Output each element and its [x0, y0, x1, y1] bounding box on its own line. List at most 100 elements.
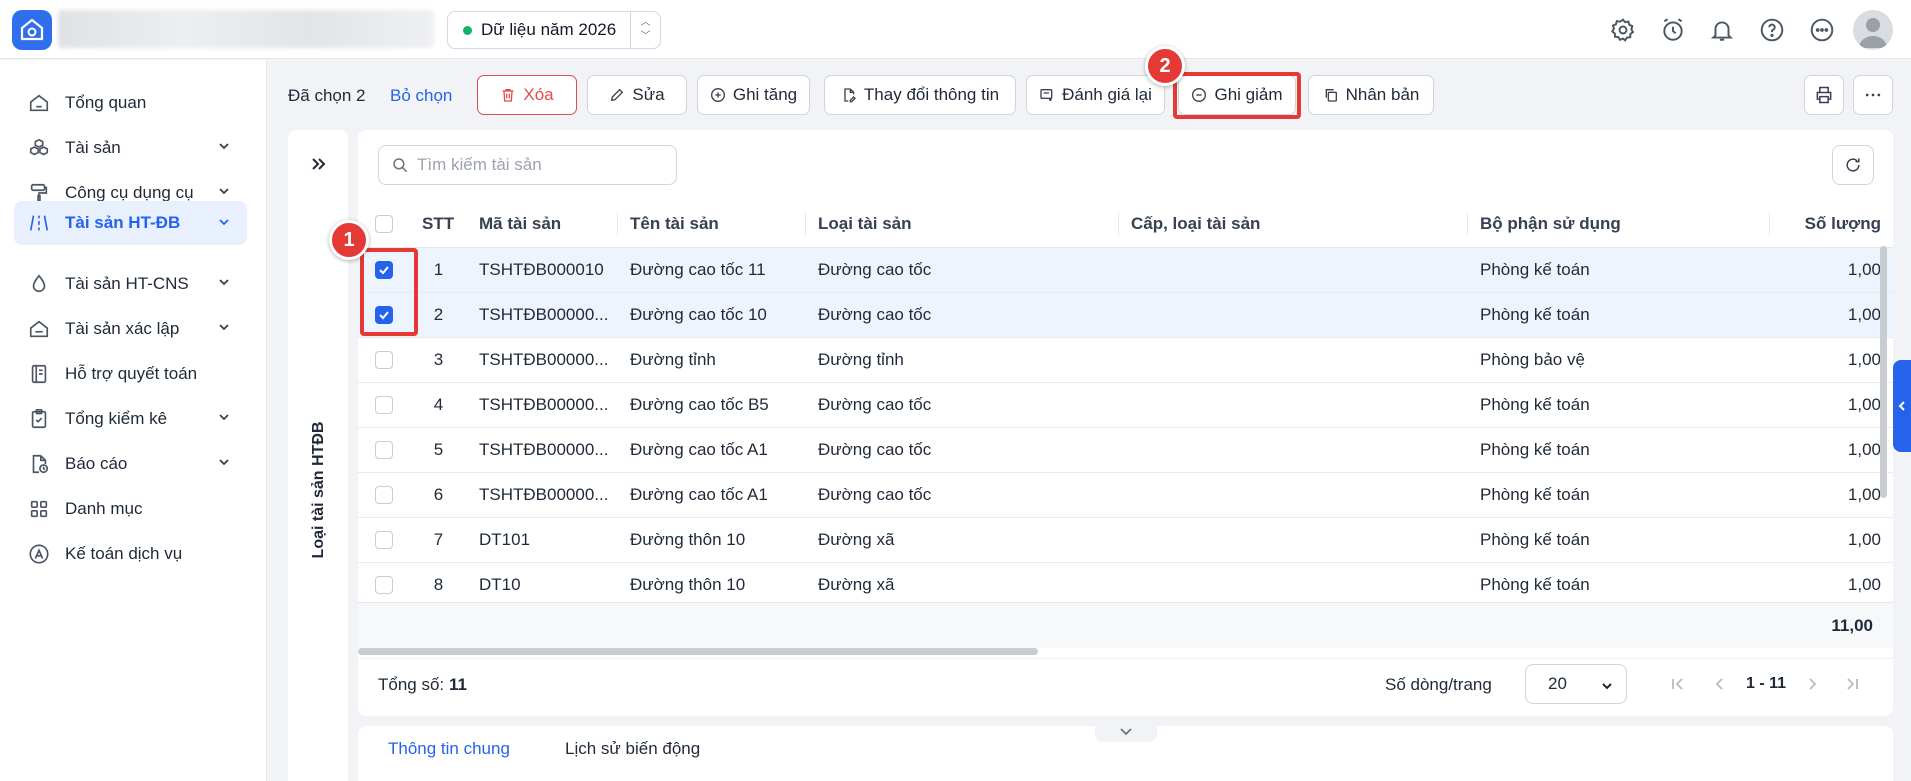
- avatar[interactable]: [1853, 10, 1893, 50]
- first-page-icon[interactable]: [1668, 674, 1688, 694]
- chevron-left-icon: [1898, 401, 1905, 411]
- sidebar-item-tai-san-ht-cns[interactable]: Tài sản HT-CNS: [14, 261, 247, 306]
- delete-label: Xóa: [523, 85, 554, 104]
- delete-button[interactable]: Xóa: [477, 75, 577, 115]
- sidebar-item-ho-tro-quyet-toan[interactable]: Hỗ trợ quyết toán: [14, 351, 247, 396]
- boxes-icon: [26, 135, 52, 161]
- table-row[interactable]: 2 TSHTĐB00000... Đường cao tốc 10 Đường cao…: [358, 292, 1893, 338]
- row-checkbox-cell[interactable]: [358, 337, 410, 383]
- help-icon[interactable]: [1757, 15, 1787, 45]
- next-page-icon[interactable]: [1802, 674, 1822, 694]
- year-selector[interactable]: Dữ liệu năm 2026 ︿ ﹀: [447, 11, 661, 49]
- sidebar-item-danh-muc[interactable]: Danh mục: [14, 486, 247, 531]
- search-placeholder: Tìm kiếm tài sản: [417, 155, 542, 174]
- tab-change-history[interactable]: Lịch sử biến động: [565, 739, 700, 759]
- rows-per-page-select[interactable]: 20: [1525, 664, 1627, 704]
- level-cell: [1119, 517, 1468, 563]
- column-header-type[interactable]: Loại tài sản: [806, 201, 1119, 248]
- column-header-name[interactable]: Tên tài sản: [618, 201, 806, 248]
- row-checkbox-cell[interactable]: [358, 427, 410, 473]
- sidebar-item-label: Báo cáo: [65, 453, 128, 473]
- row-checkbox[interactable]: [375, 396, 393, 415]
- type-cell: Đường xã: [806, 562, 1119, 608]
- table-row[interactable]: 5 TSHTĐB00000... Đường cao tốc A1 Đường cao…: [358, 427, 1893, 473]
- chevron-down-icon[interactable]: ﹀: [641, 30, 651, 44]
- row-checkbox[interactable]: [375, 351, 393, 370]
- edit-label: Sửa: [632, 85, 665, 104]
- search-input[interactable]: Tìm kiếm tài sản: [378, 145, 677, 185]
- table-row[interactable]: 7 DT101 Đường thôn 10 Đường xã Phòng kế toán…: [358, 517, 1893, 563]
- sidebar-item-label: Công cụ dụng cụ: [65, 182, 194, 202]
- quantity-cell: 1,00: [1770, 292, 1893, 338]
- row-checkbox[interactable]: [375, 441, 393, 460]
- sidebar-item-tai-san[interactable]: Tài sản: [14, 125, 247, 170]
- right-drawer-toggle[interactable]: [1893, 360, 1911, 452]
- more-actions-button[interactable]: [1853, 75, 1893, 115]
- column-header-stt[interactable]: STT: [410, 201, 467, 248]
- department-cell: Phòng kế toán: [1468, 517, 1770, 563]
- level-cell: [1119, 337, 1468, 383]
- name-cell: Đường cao tốc A1: [618, 472, 806, 518]
- report-icon: [26, 451, 52, 477]
- type-cell: Đường cao tốc: [806, 382, 1119, 428]
- row-checkbox[interactable]: [375, 486, 393, 505]
- code-cell: TSHTĐB00000...: [467, 337, 618, 383]
- chevron-up-icon[interactable]: ︿: [641, 16, 651, 30]
- stt-cell: 8: [410, 562, 467, 608]
- row-checkbox[interactable]: [375, 531, 393, 550]
- vertical-scrollbar[interactable]: [1880, 246, 1887, 498]
- row-checkbox-cell[interactable]: [358, 472, 410, 518]
- alarm-icon[interactable]: [1658, 15, 1688, 45]
- sidebar-item-label: Danh mục: [65, 498, 143, 518]
- row-checkbox[interactable]: [375, 576, 393, 595]
- row-checkbox-cell[interactable]: [358, 382, 410, 428]
- change-info-button[interactable]: Thay đổi thông tin: [824, 75, 1016, 115]
- stt-cell: 3: [410, 337, 467, 383]
- increase-button[interactable]: Ghi tăng: [697, 75, 810, 115]
- row-checkbox-cell[interactable]: [358, 517, 410, 563]
- name-cell: Đường cao tốc B5: [618, 382, 806, 428]
- row-checkbox-cell[interactable]: [358, 562, 410, 608]
- quantity-cell: 1,00: [1770, 427, 1893, 473]
- column-header-department[interactable]: Bộ phận sử dụng: [1468, 201, 1770, 248]
- sidebar-item-tong-kiem-ke[interactable]: Tổng kiểm kê: [14, 396, 247, 441]
- edit-button[interactable]: Sửa: [587, 75, 687, 115]
- print-button[interactable]: [1804, 75, 1844, 115]
- expand-panel-icon[interactable]: [307, 153, 329, 175]
- horizontal-scrollbar[interactable]: [358, 648, 1038, 655]
- table-row[interactable]: 1 TSHTĐB000010 Đường cao tốc 11 Đường cao t…: [358, 247, 1893, 293]
- sidebar-item-label: Kế toán dịch vụ: [65, 543, 183, 563]
- table-row[interactable]: 4 TSHTĐB00000... Đường cao tốc B5 Đường cao…: [358, 382, 1893, 428]
- department-cell: Phòng kế toán: [1468, 247, 1770, 293]
- notebook-icon: [26, 361, 52, 387]
- sidebar-item-ke-toan-dich-vu[interactable]: Kế toán dịch vụ: [14, 531, 247, 576]
- prev-page-icon[interactable]: [1710, 674, 1730, 694]
- sidebar-item-tai-san-ht-db[interactable]: Tài sản HT-ĐB: [14, 201, 247, 245]
- column-header-code[interactable]: Mã tài sản: [467, 201, 618, 248]
- refresh-button[interactable]: [1832, 145, 1874, 185]
- revalue-button[interactable]: Đánh giá lại: [1026, 75, 1165, 115]
- last-page-icon[interactable]: [1842, 674, 1862, 694]
- table-row[interactable]: 3 TSHTĐB00000... Đường tỉnh Đường tỉnh Phòng…: [358, 337, 1893, 383]
- duplicate-button[interactable]: Nhân bản: [1308, 75, 1434, 115]
- year-label: Dữ liệu năm 2026: [481, 20, 617, 39]
- column-header-level[interactable]: Cấp, loại tài sản: [1119, 201, 1468, 248]
- more-icon[interactable]: [1807, 15, 1837, 45]
- collapse-detail-handle[interactable]: [1095, 722, 1157, 742]
- settings-icon[interactable]: [1608, 15, 1638, 45]
- sidebar-item-tai-san-xac-lap[interactable]: Tài sản xác lập: [14, 306, 247, 351]
- pencil-icon: [611, 88, 624, 102]
- app-logo[interactable]: [12, 10, 52, 50]
- select-all-checkbox[interactable]: [375, 215, 393, 234]
- sidebar-item-tong-quan[interactable]: Tổng quan: [14, 80, 247, 125]
- sidebar-item-bao-cao[interactable]: Báo cáo: [14, 441, 247, 486]
- unselect-link[interactable]: Bỏ chọn: [390, 86, 452, 106]
- road-icon: [26, 210, 52, 236]
- year-stepper[interactable]: ︿ ﹀: [630, 12, 660, 48]
- column-header-quantity[interactable]: Số lượng: [1770, 201, 1893, 248]
- bell-icon[interactable]: [1707, 15, 1737, 45]
- table-row[interactable]: 8 DT10 Đường thôn 10 Đường xã Phòng kế toán 1…: [358, 562, 1893, 608]
- rows-per-page-value: 20: [1548, 674, 1567, 693]
- tab-general-info[interactable]: Thông tin chung: [388, 739, 510, 759]
- table-row[interactable]: 6 TSHTĐB00000... Đường cao tốc A1 Đường cao…: [358, 472, 1893, 518]
